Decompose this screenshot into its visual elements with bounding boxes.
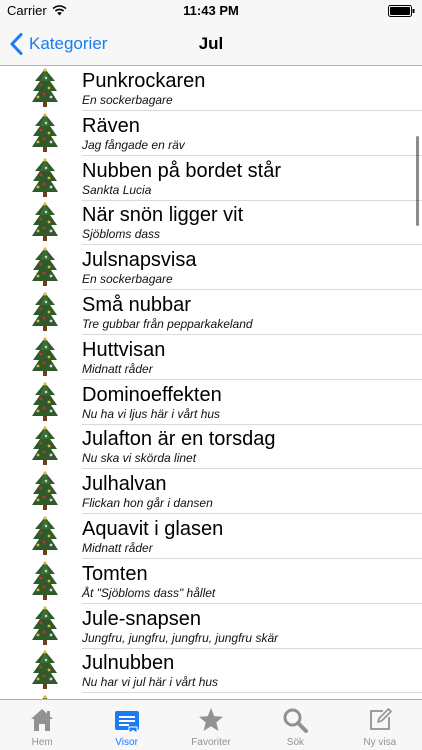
- song-title: Nubben på bordet står: [82, 159, 282, 182]
- navigation-bar: Kategorier Jul: [0, 22, 422, 66]
- christmas-tree-icon: [32, 113, 58, 152]
- song-title: När snön ligger vit: [82, 204, 244, 227]
- tab-sok-label: Sök: [286, 737, 305, 748]
- christmas-tree-icon: [32, 157, 58, 197]
- tab-ny-visa-label: Ny visa: [363, 737, 397, 748]
- song-row[interactable]: Julhalvan Flickan hon går i dansen: [0, 469, 422, 515]
- magnifier-icon: [283, 708, 309, 733]
- song-title: Dominoeffekten: [82, 383, 222, 406]
- christmas-tree-icon: [32, 381, 58, 421]
- song-row[interactable]: Julafton är en torsdag Nu ska vi skörda l…: [0, 424, 422, 470]
- tab-visor-label: Visor: [115, 737, 138, 748]
- song-melody: Jungfru, jungfru, jungfru, jungfru skär: [82, 630, 279, 645]
- star-icon: [199, 708, 224, 731]
- song-melody: Tre gubbar från pepparkakeland: [82, 317, 253, 331]
- song-melody: Sankta Lucia: [82, 182, 152, 197]
- song-row[interactable]: Aquavit i glasen Midnatt råder: [0, 514, 422, 559]
- song-melody: Nu ha vi ljus här i vårt hus: [82, 406, 221, 421]
- song-melody: En sockerbagare: [82, 93, 173, 107]
- song-title: Julsnapsvisa: [82, 249, 197, 272]
- song-melody: Nu ska vi skörda linet: [82, 451, 197, 466]
- tab-favoriter[interactable]: Favoriter: [169, 700, 253, 750]
- page-title: Jul: [198, 34, 224, 53]
- christmas-tree-icon: [32, 337, 58, 376]
- tab-hem[interactable]: Hem: [0, 700, 84, 750]
- tab-bar: Hem Visor Favoriter Sök Ny visa: [0, 699, 422, 750]
- notebook-icon: [114, 711, 139, 734]
- song-title: Julnubben: [82, 652, 175, 675]
- song-title: Tomten: [82, 562, 148, 585]
- song-title: Små nubbar: [82, 294, 191, 316]
- christmas-tree-icon: [32, 471, 58, 511]
- song-melody: Sjöbloms dass: [82, 227, 161, 242]
- house-icon: [31, 709, 54, 731]
- tab-hem-label: Hem: [31, 737, 53, 748]
- song-title: Räven: [82, 114, 140, 137]
- song-row[interactable]: Huttvisan Midnatt råder: [0, 335, 422, 380]
- tab-favoriter-label: Favoriter: [191, 737, 231, 748]
- song-row[interactable]: Nubben på bordet står Sankta Lucia: [0, 156, 422, 201]
- song-row[interactable]: Julnubben Nu har vi jul här i vårt hus: [0, 648, 422, 694]
- song-row[interactable]: Räven Jag fångade en räv: [0, 111, 422, 156]
- compose-icon: [369, 708, 392, 730]
- song-row[interactable]: Punkrockaren En sockerbagare: [0, 66, 422, 111]
- clock: 11:43 PM: [183, 3, 239, 18]
- christmas-tree-icon: [32, 292, 58, 331]
- song-title: Jule-snapsen: [82, 607, 201, 630]
- song-melody: Midnatt råder: [82, 541, 153, 555]
- song-title: Julafton är en torsdag: [82, 428, 276, 451]
- christmas-tree-icon: [32, 650, 58, 690]
- song-melody: En sockerbagare: [82, 272, 173, 287]
- scroll-indicator[interactable]: [416, 136, 419, 226]
- christmas-tree-icon: [32, 561, 58, 600]
- song-title: Julhalvan: [82, 473, 167, 496]
- christmas-tree-icon: [32, 68, 58, 107]
- song-row[interactable]: Jule-snapsen Jungfru, jungfru, jungfru, j…: [0, 604, 422, 649]
- song-melody: Flickan hon går i dansen: [82, 496, 213, 511]
- tab-ny-visa[interactable]: Ny visa: [338, 700, 422, 750]
- tab-visor[interactable]: Visor: [84, 700, 168, 750]
- battery-icon: [388, 5, 415, 17]
- song-melody: Åt "Sjöbloms dass" hållet: [82, 585, 216, 600]
- song-row[interactable]: Tomten Åt "Sjöbloms dass" hållet: [0, 559, 422, 604]
- song-title: Huttvisan: [82, 338, 166, 361]
- christmas-tree-icon: [32, 426, 58, 466]
- song-melody: Jag fångade en räv: [82, 137, 185, 152]
- song-row[interactable]: Dominoeffekten Nu ha vi ljus här i vårt h…: [0, 380, 422, 425]
- song-list[interactable]: Punkrockaren En sockerbagare Räven Jag fång…: [0, 66, 422, 699]
- christmas-tree-icon: [32, 247, 58, 287]
- christmas-tree-icon: [32, 605, 58, 645]
- christmas-tree-icon: [32, 516, 58, 555]
- song-row[interactable]: Julsnapsvisa En sockerbagare: [0, 245, 422, 291]
- song-row[interactable]: Små nubbar Tre gubbar från pepparkakeland: [0, 290, 422, 335]
- song-title: Aquavit i glasen: [82, 518, 224, 540]
- song-title: Punkrockaren: [82, 70, 206, 92]
- status-bar: Carrier 11:43 PM: [0, 0, 422, 22]
- song-melody: Nu har vi jul här i vårt hus: [82, 675, 219, 690]
- song-row[interactable]: När snön ligger vit Sjöbloms dass: [0, 200, 422, 246]
- christmas-tree-icon: [32, 202, 58, 242]
- song-melody: Midnatt råder: [82, 361, 153, 376]
- tab-sok[interactable]: Sök: [253, 700, 337, 750]
